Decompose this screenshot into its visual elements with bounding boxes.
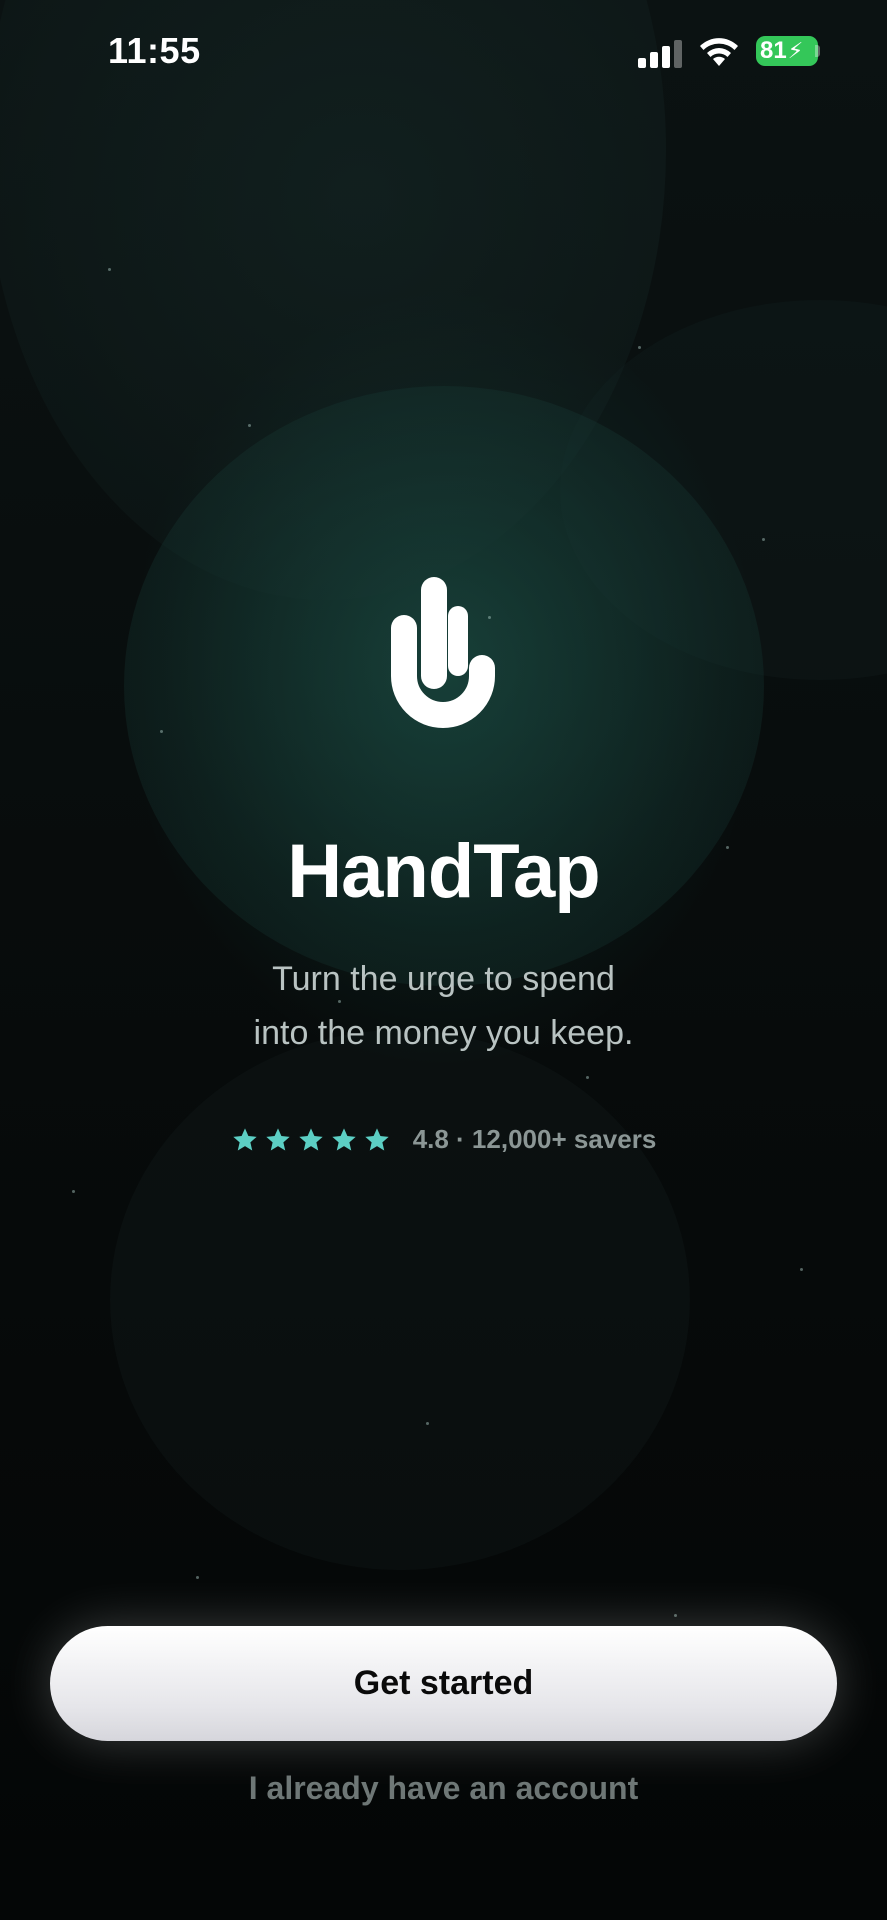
- existing-account-link[interactable]: I already have an account: [0, 1770, 887, 1807]
- background-sparkle: [762, 538, 765, 541]
- background-sparkle: [674, 1614, 677, 1617]
- battery-tip: [815, 45, 820, 57]
- rating-stars: [231, 1126, 391, 1154]
- star-icon: [365, 1127, 389, 1150]
- app-name: HandTap: [287, 829, 600, 914]
- battery-level: 81: [760, 37, 787, 64]
- background-sparkle: [108, 268, 111, 271]
- rating-summary: 4.8 · 12,000+ savers: [0, 1124, 887, 1155]
- tagline-line-1: Turn the urge to spend: [272, 960, 615, 998]
- cellular-signal-icon: [638, 40, 682, 68]
- star-icon: [233, 1127, 257, 1150]
- wifi-icon: [700, 38, 738, 66]
- background-sparkle: [72, 1190, 75, 1193]
- background-orb-right: [560, 300, 887, 680]
- charging-bolt-icon: ⚡: [787, 38, 804, 63]
- battery-charging-icon: 81 ⚡: [756, 36, 818, 66]
- star-icon: [299, 1127, 323, 1150]
- raised-hand-icon: [391, 577, 495, 728]
- background-sparkle: [160, 730, 163, 733]
- get-started-button[interactable]: Get started: [50, 1626, 837, 1741]
- background-sparkle: [638, 346, 641, 349]
- star-icon: [266, 1127, 290, 1150]
- background-sparkle: [426, 1422, 429, 1425]
- tagline-line-2: into the money you keep.: [253, 1014, 634, 1052]
- background-sparkle: [800, 1268, 803, 1271]
- background-sparkle: [586, 1076, 589, 1079]
- background-sparkle: [196, 1576, 199, 1579]
- status-time: 11:55: [108, 30, 201, 71]
- onboarding-screen: 11:55 81 ⚡ HandTap Turn the urge to spen…: [0, 0, 887, 1920]
- star-icon: [332, 1127, 356, 1150]
- tagline: Turn the urge to spend into the money yo…: [0, 952, 887, 1060]
- background-sparkle: [248, 424, 251, 427]
- rating-text: 4.8 · 12,000+ savers: [412, 1124, 657, 1154]
- background-orb-bottom: [110, 1030, 690, 1570]
- status-bar: 11:55 81 ⚡: [0, 0, 887, 100]
